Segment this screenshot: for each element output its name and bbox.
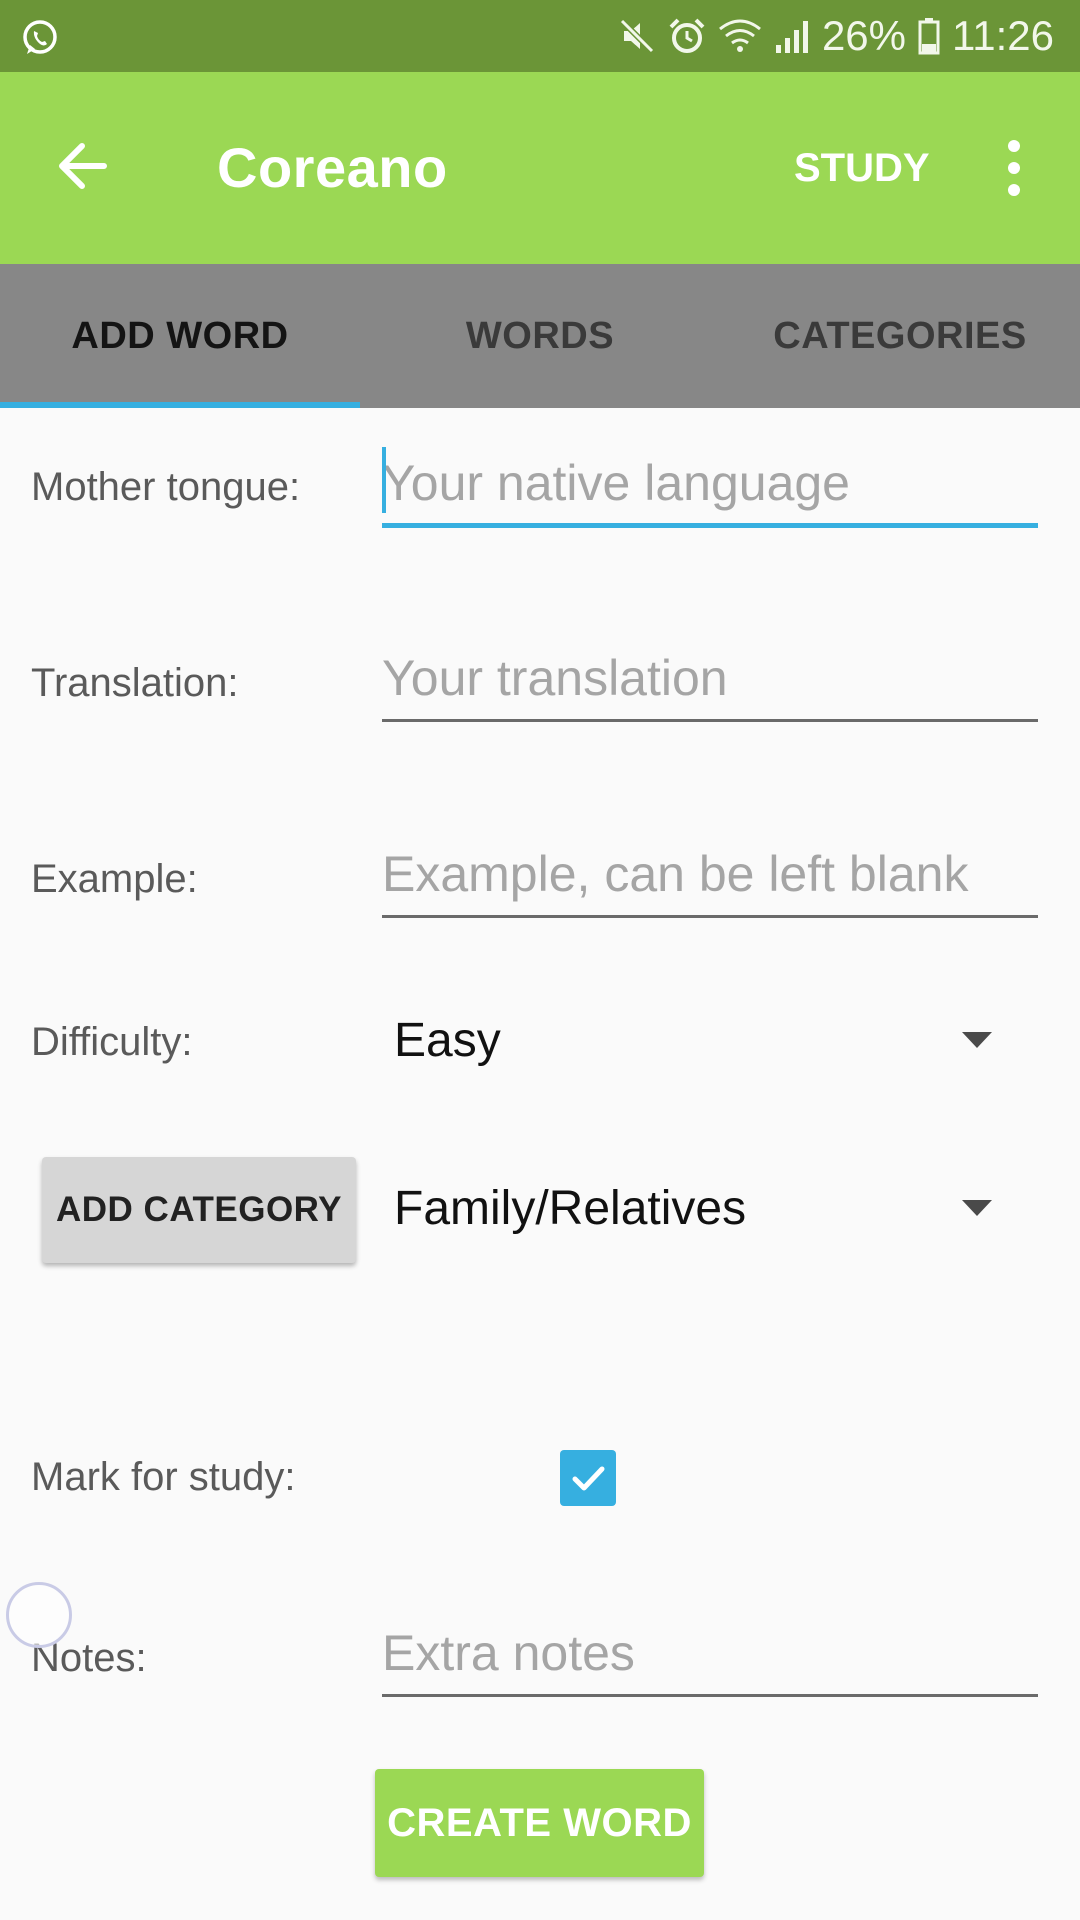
mother-tongue-label: Mother tongue: xyxy=(31,465,301,509)
tab-bar: ADD WORD WORDS CATEGORIES xyxy=(0,264,1080,408)
tab-add-word[interactable]: ADD WORD xyxy=(0,264,360,408)
dropdown-arrow-icon xyxy=(962,1032,992,1048)
notes-input[interactable] xyxy=(382,1617,1038,1697)
status-bar: 26% 11:26 xyxy=(0,0,1080,72)
text-cursor xyxy=(382,447,386,513)
category-dropdown[interactable]: Family/Relatives xyxy=(382,1168,1002,1248)
touch-indicator xyxy=(6,1582,72,1648)
translation-label: Translation: xyxy=(31,661,239,705)
create-word-button[interactable]: CREATE WORD xyxy=(375,1769,704,1877)
mother-tongue-input[interactable] xyxy=(382,448,1038,528)
add-category-button[interactable]: ADD CATEGORY xyxy=(42,1157,356,1263)
more-vertical-icon xyxy=(1008,140,1020,196)
difficulty-label: Difficulty: xyxy=(31,1020,193,1064)
arrow-left-icon xyxy=(59,143,107,189)
dropdown-arrow-icon xyxy=(962,1200,992,1216)
back-button[interactable] xyxy=(52,134,116,198)
app-bar: Coreano STUDY xyxy=(0,72,1080,264)
checkmark-icon xyxy=(572,1466,605,1491)
study-button[interactable]: STUDY xyxy=(780,72,944,264)
signal-icon xyxy=(774,17,810,55)
whatsapp-icon xyxy=(20,18,60,58)
alarm-icon xyxy=(668,17,706,55)
more-options-button[interactable] xyxy=(990,132,1038,204)
example-label: Example: xyxy=(31,857,198,901)
battery-icon xyxy=(918,17,940,55)
status-icons: 26% 11:26 xyxy=(618,0,1054,72)
difficulty-value: Easy xyxy=(394,1013,501,1067)
clock: 11:26 xyxy=(952,12,1054,59)
tab-categories[interactable]: CATEGORIES xyxy=(720,264,1080,408)
battery-percent: 26% xyxy=(821,12,906,59)
page-title: Coreano xyxy=(217,136,448,199)
mark-for-study-label: Mark for study: xyxy=(31,1455,296,1499)
tab-words[interactable]: WORDS xyxy=(360,264,720,408)
difficulty-dropdown[interactable]: Easy xyxy=(382,1000,1002,1080)
translation-input[interactable] xyxy=(382,642,1038,722)
mute-icon xyxy=(618,17,656,55)
category-value: Family/Relatives xyxy=(394,1181,747,1235)
example-input[interactable] xyxy=(382,838,1038,918)
mark-for-study-checkbox[interactable] xyxy=(560,1450,616,1506)
wifi-icon xyxy=(718,17,762,55)
